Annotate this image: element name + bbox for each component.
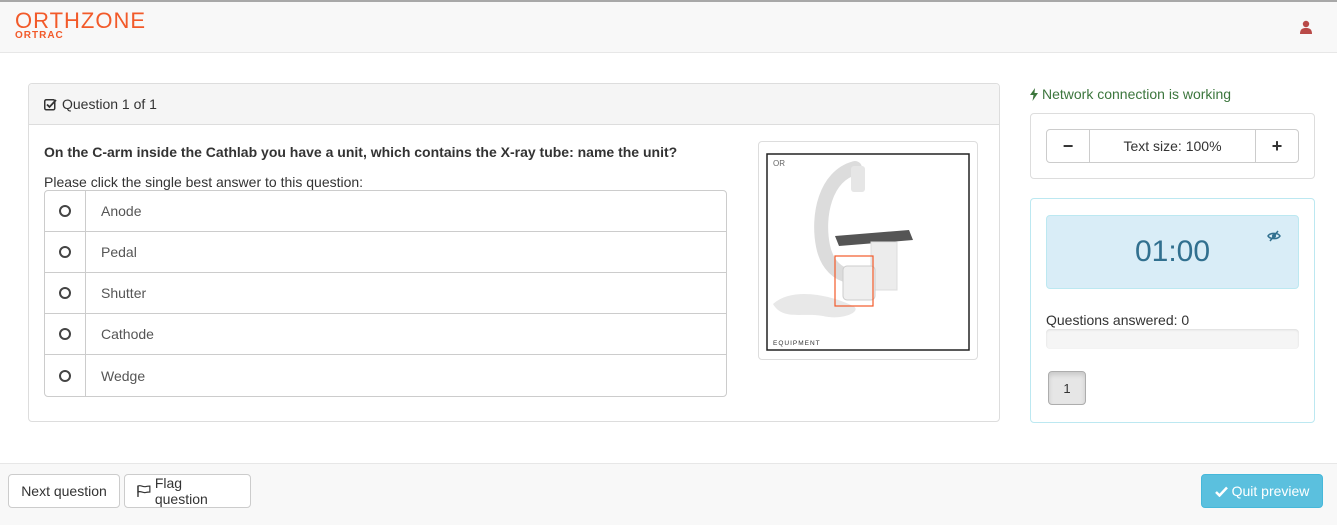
quit-preview-label: Quit preview <box>1231 483 1310 499</box>
questions-answered-label: Questions answered: 0 <box>1046 312 1190 328</box>
question-panel: Question 1 of 1 On the C-arm inside the … <box>28 83 1000 422</box>
question-counter: Question 1 of 1 <box>62 96 157 112</box>
question-instruction: Please click the single best answer to t… <box>44 174 364 190</box>
answer-option[interactable]: Anode <box>45 191 726 232</box>
countdown-timer: 01:00 <box>1046 215 1299 289</box>
answer-option[interactable]: Pedal <box>45 232 726 273</box>
radio-button[interactable] <box>59 369 71 382</box>
answer-label: Cathode <box>101 326 154 342</box>
c-arm-illustration: OR EQUIPMENT <box>766 153 970 351</box>
answered-progress-bar <box>1046 329 1299 349</box>
brand-logo[interactable]: ORTHZONE ORTRAC <box>15 8 147 41</box>
answer-label: Anode <box>101 203 142 219</box>
network-status: Network connection is working <box>1030 86 1231 102</box>
user-icon[interactable] <box>1300 20 1312 34</box>
svg-text:OR: OR <box>773 159 785 168</box>
question-image[interactable]: OR EQUIPMENT <box>758 141 978 360</box>
network-status-text: Network connection is working <box>1042 86 1232 102</box>
quit-preview-button[interactable]: Quit preview <box>1201 474 1323 508</box>
checkmark-icon <box>1214 486 1228 497</box>
lightning-bolt-icon <box>1030 87 1038 101</box>
radio-button[interactable] <box>59 328 71 340</box>
next-question-button[interactable]: Next question <box>8 474 120 508</box>
increase-text-size-button[interactable]: + <box>1255 129 1299 163</box>
question-text: On the C-arm inside the Cathlab you have… <box>44 144 678 160</box>
top-navbar: ORTHZONE ORTRAC <box>0 0 1337 53</box>
decrease-text-size-button[interactable]: − <box>1046 129 1090 163</box>
eye-slash-icon[interactable] <box>1267 230 1281 242</box>
flag-icon <box>137 485 151 497</box>
timer-panel: 01:00 Questions answered: 0 1 <box>1030 198 1315 423</box>
text-size-panel: − Text size: 100% + <box>1030 113 1315 179</box>
answer-label: Wedge <box>101 367 146 384</box>
radio-button[interactable] <box>59 246 71 258</box>
footer-bar: Next question Flag question Quit preview <box>0 463 1337 525</box>
question-number-button[interactable]: 1 <box>1048 371 1086 405</box>
radio-button[interactable] <box>59 205 71 217</box>
answer-option[interactable]: Shutter <box>45 273 726 314</box>
text-size-control: − Text size: 100% + <box>1046 129 1299 163</box>
flag-question-label: Flag question <box>154 475 208 507</box>
answer-label: Shutter <box>101 285 147 301</box>
logo-main-text: ORTHZONE <box>15 8 147 33</box>
answer-option[interactable]: Cathode <box>45 314 726 355</box>
answer-list: Anode Pedal Shutter Cathode Wedge <box>44 190 727 397</box>
flag-question-button[interactable]: Flag question <box>124 474 251 508</box>
answer-label: Pedal <box>101 244 137 260</box>
checkbox-checked-icon <box>44 98 57 110</box>
image-caption: EQUIPMENT <box>773 340 821 347</box>
radio-button[interactable] <box>59 287 71 299</box>
question-panel-heading: Question 1 of 1 <box>29 84 999 125</box>
text-size-label: Text size: 100% <box>1090 129 1255 163</box>
answer-option[interactable]: Wedge <box>45 355 726 396</box>
timer-value: 01:00 <box>1134 235 1211 268</box>
